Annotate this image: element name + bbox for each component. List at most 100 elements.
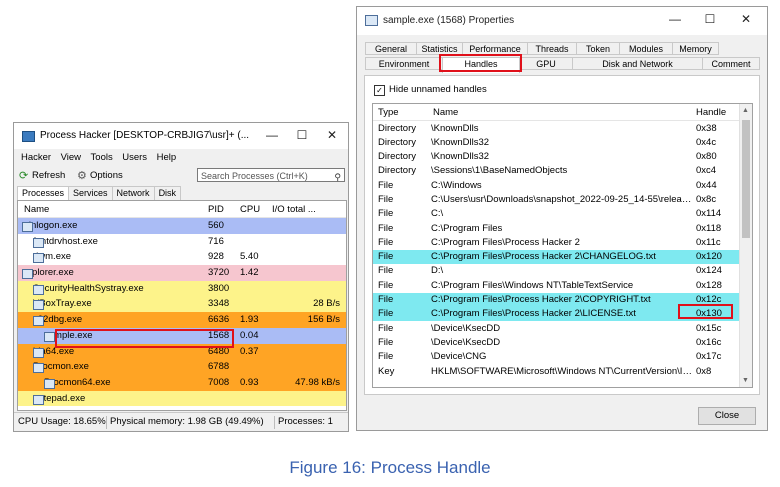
handle-row[interactable]: Directory \KnownDlls 0x38: [373, 121, 752, 135]
handle-row[interactable]: File C:\Program Files\Process Hacker 2 0x1…: [373, 235, 752, 249]
handle-type: Directory: [378, 136, 417, 148]
col-pid[interactable]: PID: [208, 204, 224, 215]
process-icon: [33, 347, 44, 358]
checkbox-check-icon[interactable]: ✓: [374, 85, 385, 96]
menu-hacker[interactable]: Hacker: [21, 150, 51, 166]
scrollbar-thumb[interactable]: [742, 120, 750, 238]
process-cpu: 1.42: [240, 267, 259, 279]
menu-view[interactable]: View: [61, 150, 81, 166]
tab-modules[interactable]: Modules: [619, 42, 673, 55]
handle-type: File: [378, 236, 394, 248]
process-row[interactable]: fontdrvhost.exe 716: [18, 233, 346, 250]
close-button[interactable]: Close: [698, 407, 756, 425]
process-row[interactable]: VBoxTray.exe 3348 28 B/s: [18, 296, 346, 313]
process-row[interactable]: dwm.exe 928 5.40: [18, 249, 346, 266]
handle-row[interactable]: File \Device\KsecDD 0x16c: [373, 335, 752, 349]
annotation-highlight-handles-tab: [439, 54, 522, 72]
tab-services[interactable]: Services: [68, 186, 113, 200]
col-io[interactable]: I/O total ...: [272, 204, 316, 215]
handles-scrollbar[interactable]: ▲ ▼: [739, 104, 752, 387]
handle-row[interactable]: File \Device\KsecDD 0x15c: [373, 321, 752, 335]
handle-type: File: [378, 251, 394, 263]
handle-row[interactable]: File C:\Windows 0x44: [373, 178, 752, 192]
handle-name: C:\Users\usr\Downloads\snapshot_2022-09-…: [431, 193, 696, 205]
tab-network[interactable]: Network: [111, 186, 155, 200]
tab-processes[interactable]: Processes: [17, 186, 70, 200]
tab-memory[interactable]: Memory: [672, 42, 719, 55]
scroll-up-icon[interactable]: ▲: [742, 107, 749, 114]
handle-row[interactable]: Directory \KnownDlls32 0x80: [373, 150, 752, 164]
col-handle[interactable]: Handle: [696, 107, 726, 118]
handle-row[interactable]: File C:\Users\usr\Downloads\snapshot_2022…: [373, 192, 752, 206]
process-hacker-window: Process Hacker [DESKTOP-CRBJIG7\usr]+ (.…: [13, 122, 349, 432]
handle-value: 0x38: [696, 122, 717, 134]
tab-threads[interactable]: Threads: [527, 42, 577, 55]
menu-help[interactable]: Help: [157, 150, 177, 166]
handle-row[interactable]: File D:\ 0x124: [373, 264, 752, 278]
process-row[interactable]: ∨explorer.exe37201.42: [18, 265, 346, 281]
process-icon: [33, 237, 44, 248]
handles-list[interactable]: Type Name Handle Directory \KnownDlls 0x38…: [372, 103, 753, 388]
process-row[interactable]: SecurityHealthSystray.exe 3800: [18, 280, 346, 297]
tab-gpu[interactable]: GPU: [519, 57, 573, 70]
status-memory: Physical memory: 1.98 GB (49.49%): [110, 416, 264, 427]
tab-general[interactable]: General: [365, 42, 417, 55]
minimize-icon[interactable]: —: [257, 126, 287, 144]
handle-row[interactable]: Directory \KnownDlls32 0x4c: [373, 135, 752, 149]
handle-row[interactable]: Key HKLM\SOFTWARE\Microsoft\Windows NT\Cu…: [373, 364, 752, 378]
handle-value: 0x4c: [696, 136, 717, 148]
refresh-icon: ⟳: [19, 170, 29, 182]
close-icon[interactable]: ✕: [317, 126, 347, 144]
status-cpu: CPU Usage: 18.65%: [18, 416, 106, 427]
process-list[interactable]: Name PID CPU I/O total ... ∨winlogon.exe…: [17, 200, 347, 411]
col-cpu[interactable]: CPU: [240, 204, 260, 215]
handle-type: Directory: [378, 151, 417, 163]
col-type[interactable]: Type: [378, 107, 399, 118]
close-icon[interactable]: ✕: [731, 10, 761, 28]
handle-value: 0x17c: [696, 351, 722, 363]
handle-value: 0x15c: [696, 322, 722, 334]
scroll-down-icon[interactable]: ▼: [742, 377, 749, 384]
handle-name: HKLM\SOFTWARE\Microsoft\Windows NT\Curre…: [431, 365, 696, 377]
options-button[interactable]: ⚙ Options: [77, 169, 123, 183]
hide-unnamed-checkbox[interactable]: ✓ Hide unnamed handles: [374, 84, 487, 96]
maximize-icon[interactable]: ☐: [695, 10, 725, 28]
process-pid: 6636: [208, 314, 230, 326]
properties-window: sample.exe (1568) Properties — ☐ ✕ Gener…: [356, 6, 768, 431]
process-icon: [33, 253, 44, 264]
tab-disk[interactable]: Disk: [153, 186, 182, 200]
refresh-button[interactable]: ⟳ Refresh: [19, 169, 65, 183]
handle-type: File: [378, 208, 394, 220]
handle-type: File: [378, 265, 394, 277]
handle-type: Directory: [378, 122, 417, 134]
handle-row[interactable]: File C:\ 0x114: [373, 207, 752, 221]
minimize-icon[interactable]: —: [660, 10, 690, 28]
handle-row[interactable]: File C:\Program Files 0x118: [373, 221, 752, 235]
process-row[interactable]: Procmon64.exe 7008 0.93 47.98 kB/s: [18, 374, 346, 391]
maximize-icon[interactable]: ☐: [287, 126, 317, 144]
tab-comment[interactable]: Comment: [702, 57, 760, 70]
col-name[interactable]: Name: [433, 107, 458, 118]
process-row[interactable]: ∨Procmon.exe6788: [18, 359, 346, 375]
handle-row[interactable]: File \Device\CNG 0x17c: [373, 350, 752, 364]
process-pid: 3348: [208, 298, 230, 310]
ph-titlebar[interactable]: Process Hacker [DESKTOP-CRBJIG7\usr]+ (.…: [14, 123, 348, 149]
menu-tools[interactable]: Tools: [91, 150, 113, 166]
process-cpu: 0.04: [240, 329, 259, 341]
pr-titlebar[interactable]: sample.exe (1568) Properties — ☐ ✕: [357, 7, 767, 35]
handle-row[interactable]: File C:\Program Files\Windows NT\TableTex…: [373, 278, 752, 292]
search-icon[interactable]: ⚲: [334, 170, 341, 184]
menu-users[interactable]: Users: [122, 150, 147, 166]
tab-disk-and-network[interactable]: Disk and Network: [572, 57, 703, 70]
process-row[interactable]: notepad.exe: [18, 390, 346, 407]
tab-environment[interactable]: Environment: [365, 57, 443, 70]
process-row[interactable]: ∨x32dbg.exe66361.93156 B/s: [18, 312, 346, 328]
search-processes-input[interactable]: Search Processes (Ctrl+K) ⚲: [197, 168, 345, 182]
handle-row[interactable]: Directory \Sessions\1\BaseNamedObjects 0xc…: [373, 164, 752, 178]
process-row[interactable]: ∨winlogon.exe560: [18, 218, 346, 234]
handle-value: 0x114: [696, 208, 722, 220]
col-name[interactable]: Name: [24, 204, 49, 215]
handle-row[interactable]: File C:\Program Files\Process Hacker 2\CH…: [373, 249, 752, 264]
handle-type: File: [378, 279, 394, 291]
tab-token[interactable]: Token: [576, 42, 620, 55]
